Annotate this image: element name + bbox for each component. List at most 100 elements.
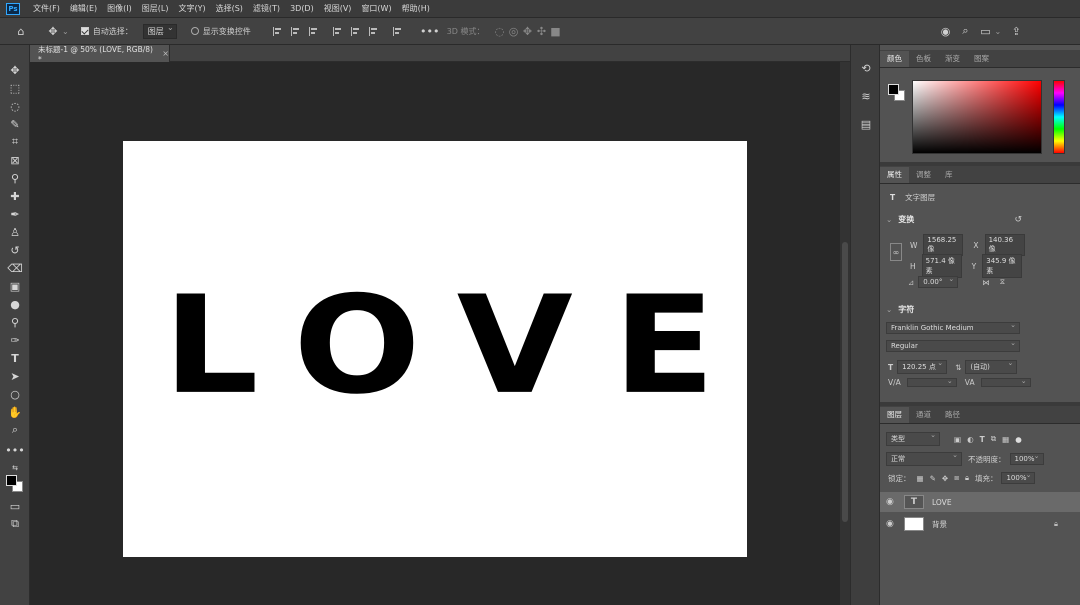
leading-field[interactable]: (自动)	[965, 359, 1018, 374]
3d-slide-icon[interactable]: ✣	[535, 24, 549, 38]
reset-transform-icon[interactable]: ↺	[1014, 215, 1022, 225]
opacity-field[interactable]: 100%	[1009, 452, 1044, 465]
align-middle-icon[interactable]	[350, 26, 361, 36]
tracking-field[interactable]	[980, 377, 1031, 387]
width-field[interactable]: 1568.25 像	[923, 234, 964, 256]
3d-pan-icon[interactable]: ✥	[521, 24, 535, 38]
history-panel-icon[interactable]: ⟲	[859, 61, 873, 75]
layer-row-love[interactable]: ◉ T LOVE	[880, 492, 1080, 512]
font-size-field[interactable]: 120.25 点	[897, 359, 948, 374]
visibility-eye-icon[interactable]: ◉	[886, 519, 898, 529]
show-transform-checkbox[interactable]	[190, 27, 199, 35]
eraser-tool-icon[interactable]: ⌫	[7, 261, 23, 275]
filter-type-icon[interactable]: T	[980, 435, 985, 444]
document-canvas[interactable]: LOVE	[123, 141, 747, 557]
edit-toolbar-icon[interactable]: •••	[5, 443, 24, 457]
vertical-scrollbar[interactable]	[840, 62, 850, 605]
color-saturation-field[interactable]	[912, 80, 1042, 154]
more-options-icon[interactable]: •••	[420, 24, 439, 38]
love-text-layer[interactable]: LOVE	[123, 279, 747, 414]
filter-smart-object-icon[interactable]: ▦	[1002, 435, 1009, 444]
character-panel-icon[interactable]: ▤	[859, 117, 873, 131]
lock-all-icon[interactable]: 🔒︎	[965, 473, 969, 483]
lock-artboard-icon[interactable]: ⧈	[954, 473, 959, 483]
menu-view[interactable]: 视图(V)	[319, 3, 357, 14]
align-right-icon[interactable]	[308, 26, 319, 36]
menu-edit[interactable]: 编辑(E)	[65, 3, 102, 14]
angle-field[interactable]: 0.00°	[918, 275, 959, 288]
y-field[interactable]: 345.9 像素	[982, 254, 1023, 278]
lock-position-icon[interactable]: ✥	[942, 474, 948, 483]
blend-mode-dropdown[interactable]: 正常	[886, 451, 962, 466]
pen-tool-icon[interactable]: ✑	[8, 333, 22, 347]
close-tab-icon[interactable]: ×	[162, 49, 169, 58]
x-field[interactable]: 140.36 像	[984, 234, 1025, 256]
tab-adjustments[interactable]: 调整	[909, 167, 938, 183]
tab-gradients[interactable]: 渐变	[938, 51, 967, 67]
scrollbar-thumb[interactable]	[842, 242, 848, 522]
crop-tool-icon[interactable]: ⌗	[8, 135, 22, 149]
3d-orbit-icon[interactable]: ◌	[493, 24, 507, 38]
gradient-tool-icon[interactable]: ▣	[8, 279, 22, 293]
menu-select[interactable]: 选择(S)	[211, 3, 248, 14]
height-field[interactable]: 571.4 像素	[921, 254, 962, 278]
tab-properties[interactable]: 属性	[880, 167, 909, 183]
zoom-tool-icon[interactable]: ⌕	[8, 423, 22, 437]
search-icon[interactable]: ⌕	[959, 24, 973, 38]
menu-image[interactable]: 图像(I)	[102, 3, 137, 14]
lasso-tool-icon[interactable]: ◌	[8, 99, 22, 113]
tab-libraries[interactable]: 库	[938, 167, 960, 183]
menu-3d[interactable]: 3D(D)	[285, 4, 319, 13]
show-transform-option[interactable]: 显示变换控件	[190, 26, 251, 37]
tab-color[interactable]: 颜色	[880, 51, 909, 67]
foreground-color-swatch[interactable]	[888, 84, 899, 95]
document-tab[interactable]: 未标题-1 @ 50% (LOVE, RGB/8) * ×	[30, 45, 170, 64]
align-bottom-icon[interactable]	[368, 26, 379, 36]
hue-slider[interactable]	[1053, 80, 1065, 154]
transform-collapse-icon[interactable]: ⌄	[886, 215, 892, 224]
distribute-icon[interactable]	[392, 26, 403, 36]
screen-mode-icon[interactable]: ⧉	[8, 517, 22, 531]
default-colors-icon[interactable]: ⇆	[8, 461, 22, 475]
character-collapse-icon[interactable]: ⌄	[886, 305, 892, 314]
filter-pixel-icon[interactable]: ▣	[954, 435, 961, 444]
move-tool-icon[interactable]: ✥	[8, 63, 22, 77]
quick-select-tool-icon[interactable]: ✎	[8, 117, 22, 131]
menu-filter[interactable]: 滤镜(T)	[248, 3, 285, 14]
healing-brush-tool-icon[interactable]: ✚	[8, 189, 22, 203]
eyedropper-tool-icon[interactable]: ⚲	[8, 171, 22, 185]
align-left-icon[interactable]	[272, 26, 283, 36]
tab-swatches[interactable]: 色板	[909, 51, 938, 67]
move-tool-icon[interactable]: ✥	[46, 24, 60, 38]
foreground-color-swatch[interactable]	[6, 475, 17, 486]
filter-shape-icon[interactable]: ⧉	[991, 434, 996, 444]
hand-tool-icon[interactable]: ✋	[8, 405, 22, 419]
clone-stamp-tool-icon[interactable]: ♙	[8, 225, 22, 239]
menu-help[interactable]: 帮助(H)	[397, 3, 435, 14]
align-center-icon[interactable]	[290, 26, 301, 36]
kerning-field[interactable]	[906, 377, 957, 387]
path-selection-tool-icon[interactable]: ➤	[8, 369, 22, 383]
fill-field[interactable]: 100%	[1001, 471, 1036, 484]
3d-roll-icon[interactable]: ◎	[507, 24, 521, 38]
menu-type[interactable]: 文字(Y)	[173, 3, 210, 14]
menu-file[interactable]: 文件(F)	[28, 3, 65, 14]
dodge-tool-icon[interactable]: ⚲	[8, 315, 22, 329]
auto-select-dropdown[interactable]: 图层	[142, 23, 177, 39]
brush-settings-panel-icon[interactable]: ≋	[859, 89, 873, 103]
flip-horizontal-icon[interactable]: ⋈	[982, 278, 990, 287]
share-icon[interactable]: ⇪	[1009, 24, 1023, 38]
tab-channels[interactable]: 通道	[909, 407, 938, 423]
menu-layer[interactable]: 图层(L)	[137, 3, 174, 14]
quick-mask-icon[interactable]: ▭	[8, 499, 22, 513]
font-family-dropdown[interactable]: Franklin Gothic Medium	[886, 321, 1020, 334]
lock-pixels-icon[interactable]: ✎	[930, 474, 936, 483]
font-style-dropdown[interactable]: Regular	[886, 339, 1020, 352]
home-icon[interactable]: ⌂	[14, 24, 28, 38]
workspace-chevron-icon[interactable]: ⌄	[995, 27, 1002, 36]
align-top-icon[interactable]	[332, 26, 343, 36]
layer-row-background[interactable]: ◉ 背景 🔒︎	[880, 514, 1080, 534]
blur-tool-icon[interactable]: ●	[8, 297, 22, 311]
tab-layers[interactable]: 图层	[880, 407, 909, 423]
layer-filter-dropdown[interactable]: 类型	[886, 431, 940, 446]
